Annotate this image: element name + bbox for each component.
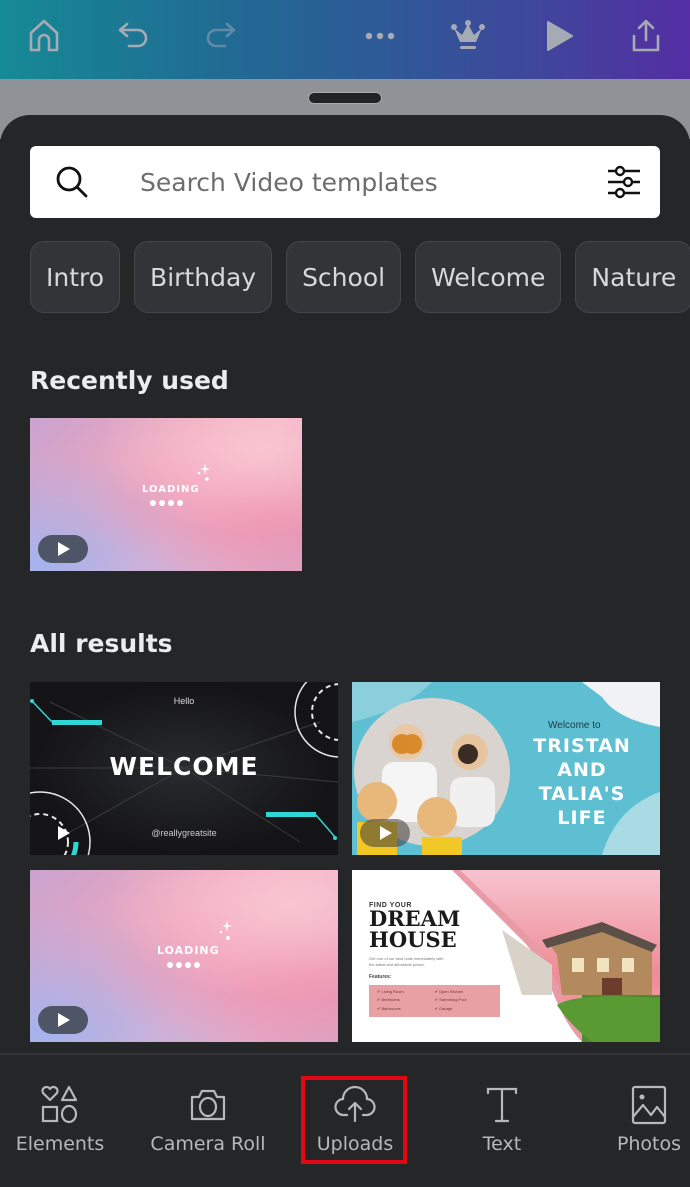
- photos-icon: [631, 1085, 667, 1125]
- search-bar: [30, 146, 660, 218]
- nav-elements[interactable]: Elements: [0, 1083, 130, 1155]
- redo-button[interactable]: [198, 14, 242, 58]
- feature-item: ✔ Garage: [434, 1005, 453, 1011]
- template-title: TRISTAN AND TALIA'S LIFE: [512, 734, 652, 830]
- undo-icon: [118, 22, 148, 48]
- undo-button[interactable]: [112, 14, 156, 58]
- play-icon: [58, 542, 70, 556]
- premium-button[interactable]: [446, 14, 490, 58]
- chip-nature[interactable]: Nature: [575, 241, 690, 313]
- category-chips: Intro Birthday School Welcome Nature: [30, 241, 690, 315]
- feature-item: ✔ Open Kitchen: [434, 989, 464, 994]
- chip-school[interactable]: School: [286, 241, 402, 313]
- nav-label: Camera Roll: [150, 1133, 266, 1155]
- uploads-highlight-box: [301, 1076, 407, 1164]
- share-button[interactable]: [624, 14, 668, 58]
- template-card-welcome[interactable]: Hello WELCOME @reallygreatsite: [30, 682, 338, 855]
- more-icon: [365, 32, 395, 40]
- template-hello-text: Hello: [173, 696, 195, 706]
- template-title: LOADING: [157, 944, 220, 957]
- sparkle-icon: [219, 920, 232, 940]
- template-title: DREAM HOUSE: [369, 908, 460, 950]
- template-card-dream-house[interactable]: FIND YOUR DREAM HOUSE Get one of our bes…: [352, 870, 660, 1042]
- nav-label: Photos: [616, 1133, 682, 1155]
- filter-icon[interactable]: [604, 162, 644, 202]
- home-button[interactable]: [22, 14, 66, 58]
- template-card-loading-recent[interactable]: LOADING: [30, 418, 302, 571]
- sparkle-icon: [197, 463, 210, 481]
- nav-camera-roll[interactable]: Camera Roll: [138, 1083, 278, 1155]
- loading-dots: [150, 500, 183, 506]
- chip-welcome[interactable]: Welcome: [415, 241, 562, 313]
- chip-birthday[interactable]: Birthday: [134, 241, 273, 313]
- all-results-heading: All results: [30, 629, 173, 658]
- template-title: WELCOME: [109, 752, 259, 781]
- template-subtitle: Welcome to: [548, 720, 601, 731]
- search-icon: [56, 166, 88, 198]
- present-button[interactable]: [536, 14, 580, 58]
- share-icon: [632, 19, 660, 52]
- play-icon: [547, 21, 573, 51]
- template-title: LOADING: [142, 484, 200, 495]
- redo-icon: [206, 22, 236, 48]
- nav-text[interactable]: Text: [432, 1083, 572, 1155]
- title-line: TRISTAN: [533, 735, 631, 757]
- play-icon: [380, 826, 392, 840]
- template-card-loading[interactable]: LOADING: [30, 870, 338, 1042]
- nav-label: Elements: [15, 1133, 105, 1155]
- chip-intro[interactable]: Intro: [30, 241, 121, 313]
- title-line: LIFE: [557, 807, 607, 829]
- elements-icon: [41, 1085, 78, 1124]
- editor-toolbar: [0, 0, 690, 79]
- feature-item: ✔ Swimming Pool: [434, 997, 467, 1003]
- title-line: DREAM: [369, 906, 461, 931]
- template-card-tristan[interactable]: Welcome to TRISTAN AND TALIA'S LIFE: [352, 682, 660, 855]
- feature-item: ✔ Bedrooms: [377, 997, 400, 1003]
- template-blurb: Get one of our best units immediately wi…: [369, 956, 444, 967]
- camera-icon: [190, 1089, 226, 1121]
- features-label: Features:: [369, 974, 392, 980]
- search-input[interactable]: [140, 162, 600, 202]
- play-preview-button[interactable]: [38, 535, 88, 563]
- title-line: AND TALIA'S: [538, 759, 626, 805]
- play-preview-button[interactable]: [38, 819, 88, 847]
- text-icon: [486, 1087, 518, 1123]
- play-icon: [58, 826, 70, 840]
- drag-handle[interactable]: [308, 92, 382, 104]
- home-icon: [29, 19, 59, 52]
- crown-icon: [451, 20, 485, 49]
- feature-item: ✔ Bathrooms: [377, 1005, 401, 1011]
- nav-label: Text: [482, 1133, 522, 1155]
- more-button[interactable]: [358, 14, 402, 58]
- recently-used-heading: Recently used: [30, 366, 229, 395]
- play-icon: [58, 1013, 70, 1027]
- loading-dots: [167, 962, 200, 968]
- play-preview-button[interactable]: [38, 1006, 88, 1034]
- feature-item: ✔ Living Room: [377, 989, 404, 994]
- nav-photos[interactable]: Photos: [579, 1083, 690, 1155]
- play-preview-button[interactable]: [360, 819, 410, 847]
- features-box: ✔ Living Room ✔ Open Kitchen ✔ Bedrooms …: [369, 985, 500, 1017]
- title-line: HOUSE: [369, 927, 457, 952]
